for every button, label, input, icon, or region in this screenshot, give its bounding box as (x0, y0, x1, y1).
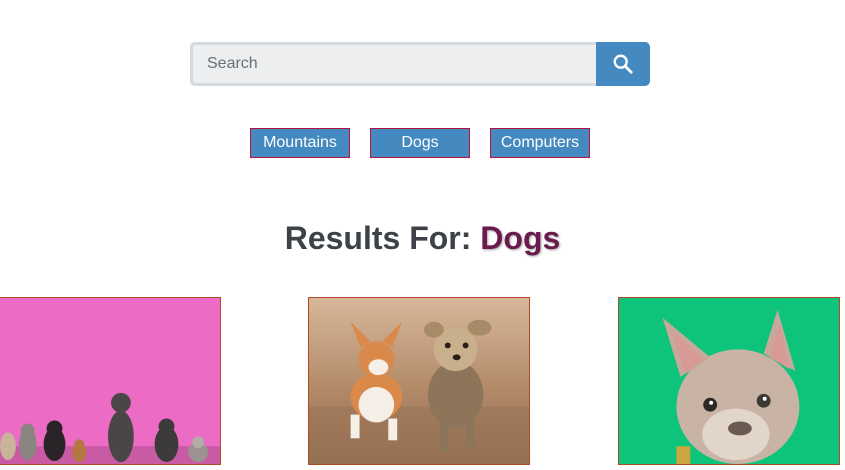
result-image-french-bulldog[interactable] (618, 297, 840, 465)
dogs-pink-wall-photo (0, 298, 220, 464)
category-buttons: Mountains Dogs Computers (0, 128, 845, 158)
search-bar (190, 42, 650, 86)
results-prefix: Results For: (284, 220, 481, 256)
mountains-button[interactable]: Mountains (250, 128, 350, 158)
french-bulldog-green-photo (619, 298, 839, 464)
search-button[interactable] (596, 42, 650, 86)
result-image-dogs-pink-wall[interactable] (0, 297, 221, 465)
result-image-corgi-yorkie[interactable] (308, 297, 530, 465)
results-term: Dogs (480, 220, 561, 256)
computers-button[interactable]: Computers (490, 128, 590, 158)
results-heading: Results For: Dogs (0, 218, 845, 258)
search-input[interactable] (190, 42, 596, 86)
dogs-button[interactable]: Dogs (370, 128, 470, 158)
page: Mountains Dogs Computers Results For: Do… (0, 0, 845, 470)
corgi-and-yorkie-running-photo (309, 298, 529, 464)
search-icon (613, 54, 633, 74)
